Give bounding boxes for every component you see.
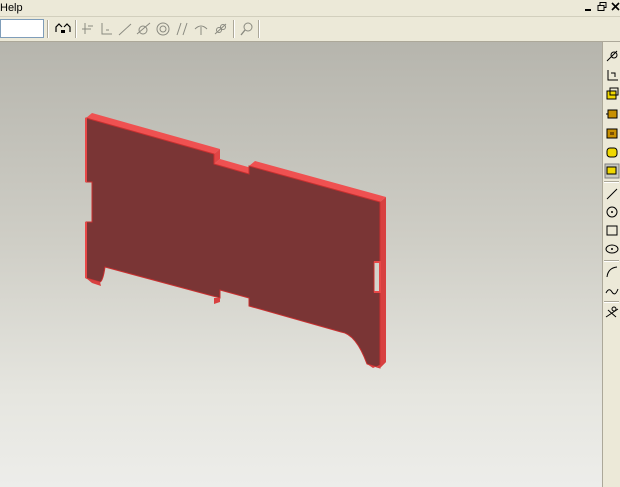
right-toolbar-separator	[604, 301, 619, 303]
part-right-cutout	[374, 261, 381, 293]
right-toolbar-separator	[604, 260, 619, 262]
rectangle-icon[interactable]	[604, 223, 620, 239]
coincident-icon[interactable]	[212, 21, 230, 37]
pocket-icon[interactable]	[604, 125, 620, 141]
measure-icon[interactable]	[238, 21, 256, 37]
toolbar-separator	[233, 20, 235, 38]
arc-icon[interactable]	[604, 264, 620, 280]
toolbar-separator	[258, 20, 260, 38]
toolbar-separator	[75, 20, 77, 38]
part-front-face	[85, 117, 381, 369]
spline-icon[interactable]	[604, 283, 620, 299]
axis-icon[interactable]	[79, 21, 97, 37]
tangent-icon[interactable]	[135, 21, 153, 37]
parallel-icon[interactable]	[173, 21, 191, 37]
right-toolbar-separator	[604, 181, 619, 183]
3d-viewport[interactable]	[0, 42, 602, 487]
line-icon[interactable]	[604, 186, 620, 202]
restore-icon	[597, 2, 607, 11]
part-model[interactable]	[0, 42, 602, 487]
constraint-icon[interactable]	[54, 21, 72, 37]
circle-icon[interactable]	[604, 204, 620, 220]
revolve-icon[interactable]	[604, 106, 620, 122]
angle-icon[interactable]	[97, 21, 115, 37]
perpendicular-icon[interactable]	[192, 21, 210, 37]
trim-icon[interactable]	[604, 305, 620, 321]
fillet-icon[interactable]	[604, 144, 620, 160]
right-toolbar	[602, 42, 620, 487]
toolbar-separator	[47, 20, 49, 38]
extrude-icon[interactable]	[604, 86, 620, 102]
toolbar-field[interactable]	[0, 19, 44, 38]
ellipse-icon[interactable]	[604, 241, 620, 257]
sketch-icon[interactable]	[604, 48, 620, 64]
pattern-icon[interactable]	[604, 163, 620, 179]
toolbar	[0, 17, 620, 42]
menubar: Help	[0, 0, 620, 17]
line-icon[interactable]	[116, 21, 134, 37]
minimize-icon	[585, 9, 591, 11]
menu-help[interactable]: Help	[0, 2, 23, 14]
minimize-button[interactable]	[582, 1, 595, 13]
concentric-icon[interactable]	[154, 21, 172, 37]
close-button[interactable]	[609, 1, 620, 13]
close-icon	[611, 2, 620, 11]
part-bottom-notch	[214, 298, 220, 304]
restore-button[interactable]	[596, 1, 609, 13]
sketch-plane-icon[interactable]	[604, 67, 620, 83]
